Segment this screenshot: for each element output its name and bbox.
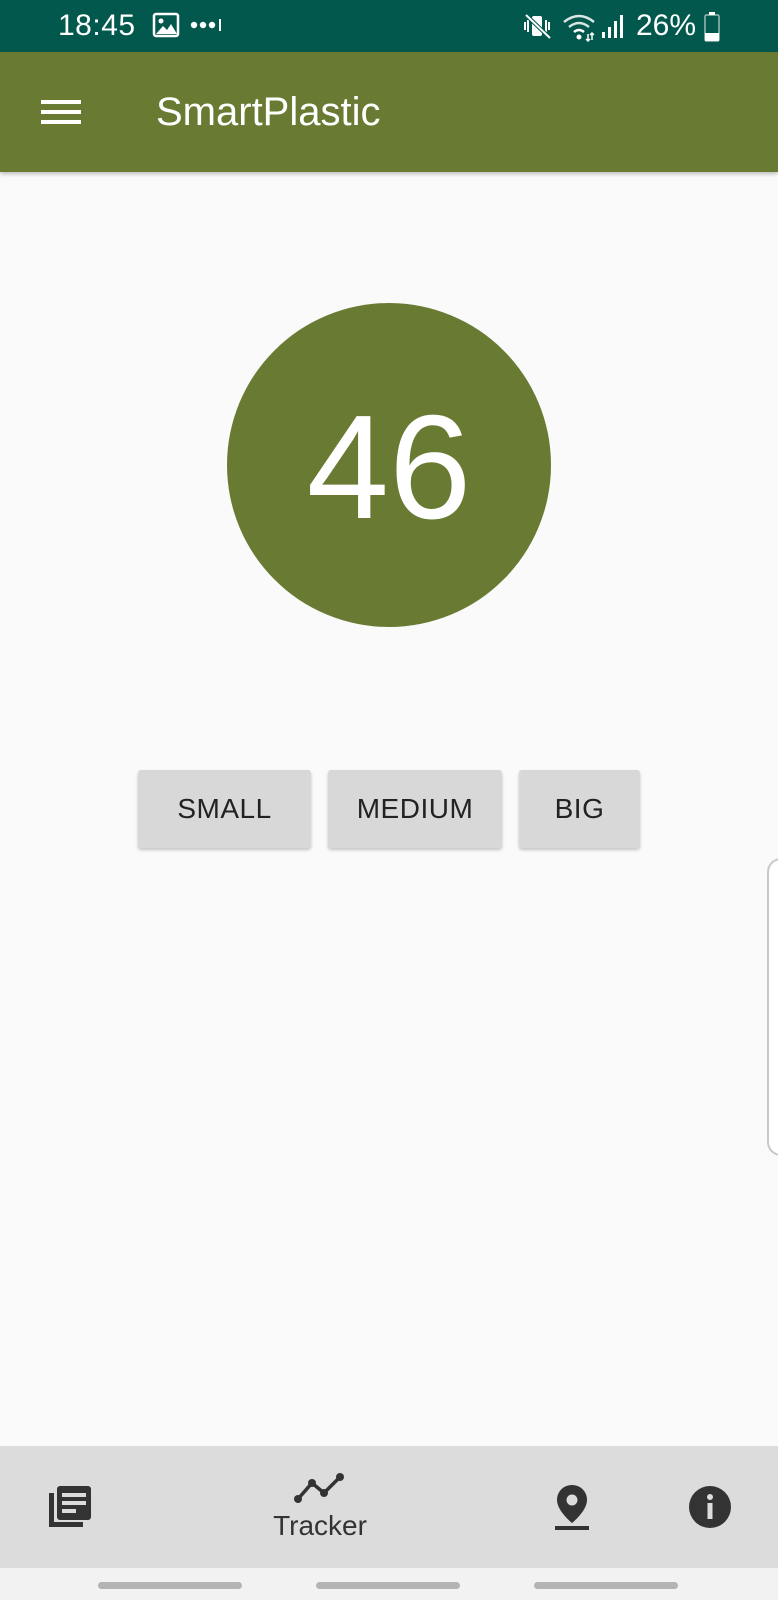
nav-item-news[interactable]	[28, 1446, 112, 1568]
system-navigation-bar	[0, 1568, 778, 1600]
map-pin-icon	[555, 1485, 589, 1530]
nav-item-map[interactable]	[530, 1446, 614, 1568]
battery-icon	[704, 12, 720, 42]
recent-apps-gesture-hint[interactable]	[98, 1582, 242, 1589]
status-bar: 18:45 26%	[0, 0, 778, 52]
info-icon	[689, 1486, 731, 1528]
status-time: 18:45	[58, 9, 136, 42]
nav-label-tracker: Tracker	[273, 1510, 367, 1541]
hamburger-menu-icon	[41, 100, 81, 124]
vibrate-mute-icon	[524, 13, 552, 40]
tracker-line-chart-icon	[294, 1473, 344, 1503]
home-gesture-hint[interactable]	[316, 1582, 460, 1589]
menu-button[interactable]	[30, 82, 90, 142]
news-icon	[49, 1486, 91, 1527]
big-button[interactable]: BIG	[519, 770, 640, 848]
more-dots-icon	[190, 19, 221, 31]
wifi-icon	[563, 14, 595, 42]
bottom-navigation: Tracker	[0, 1446, 778, 1568]
plastic-counter-value: 46	[306, 385, 472, 550]
app-screen: 18:45 26% SmartPlastic 46 SMALL MEDIUM B…	[0, 0, 778, 1600]
small-button[interactable]: SMALL	[138, 770, 311, 848]
battery-percentage: 26%	[636, 9, 697, 42]
app-bar: SmartPlastic	[0, 52, 778, 172]
gallery-icon	[152, 12, 180, 38]
edge-panel-handle[interactable]	[767, 858, 778, 1156]
nav-item-tracker[interactable]: Tracker	[250, 1446, 390, 1568]
plastic-counter-circle: 46	[227, 303, 551, 627]
back-gesture-hint[interactable]	[534, 1582, 678, 1589]
nav-item-info[interactable]	[668, 1446, 752, 1568]
signal-icon	[602, 15, 623, 38]
medium-button[interactable]: MEDIUM	[328, 770, 502, 848]
app-title: SmartPlastic	[156, 90, 381, 134]
